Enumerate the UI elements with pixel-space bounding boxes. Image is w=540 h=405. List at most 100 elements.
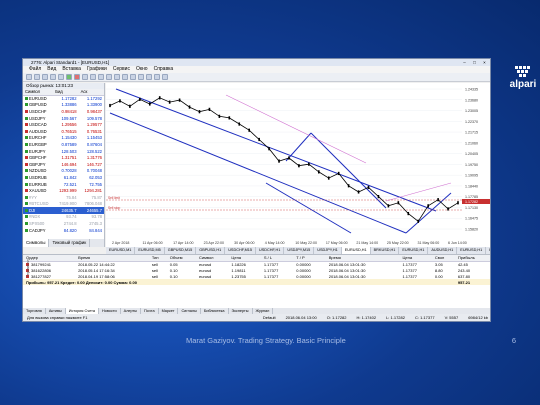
- maximize-icon[interactable]: □: [471, 59, 478, 66]
- market-watch-row[interactable]: #NDX 93.74 93.78: [23, 214, 104, 221]
- market-watch-row[interactable]: XAUUSD 1293.999 1294.281: [23, 187, 104, 194]
- chart-tab[interactable]: EURUSD,M1: [106, 247, 136, 254]
- trendline-icon[interactable]: [130, 74, 136, 80]
- symbol-name: SPX500: [29, 221, 45, 227]
- market-watch-row[interactable]: EURGBP 0.87589 0.87604: [23, 141, 104, 148]
- market-watch-row[interactable]: EURJPY 128.503 128.522: [23, 148, 104, 155]
- market-watch-bid: 1.17282: [61, 96, 77, 102]
- menu-item-help[interactable]: Справка: [154, 66, 174, 73]
- market-watch-row[interactable]: USDRUB 61.842 62.053: [23, 174, 104, 181]
- market-watch-row[interactable]: SPX500 2744.8 2745.3: [23, 220, 104, 227]
- menu-item-insert[interactable]: Вставка: [62, 66, 81, 73]
- market-watch-row[interactable]: USDCAD 1.29556 1.29577: [23, 121, 104, 128]
- market-watch-icon[interactable]: [42, 74, 48, 80]
- candle-mark: [417, 219, 420, 223]
- market-watch-row[interactable]: GBPCHF 1.31751 1.31776: [23, 154, 104, 161]
- chart-tab[interactable]: USDJPY,H1: [314, 247, 342, 254]
- chart-tab[interactable]: EURGBP,M15: [486, 247, 490, 254]
- status-low: L: 1.17282: [386, 315, 405, 320]
- candle-mark: [238, 122, 241, 126]
- close-icon[interactable]: ×: [481, 59, 488, 66]
- market-watch-row[interactable]: USDJPY 109.567 109.578: [23, 115, 104, 122]
- chart-tab[interactable]: EURUSD,H1: [399, 247, 429, 254]
- market-watch-ask: 24655.7: [78, 207, 104, 214]
- zoom-out-icon[interactable]: [114, 74, 120, 80]
- y-tick-label: 1.19095: [465, 174, 478, 178]
- market-watch-row[interactable]: GBPUSD 1.33886 1.33900: [23, 102, 104, 109]
- symbol-status-icon: [25, 222, 28, 226]
- window-title: 2776: Alpari Standard1 - [EURUSD,H1]: [31, 60, 110, 65]
- symbol-name: XAUUSD: [29, 188, 47, 194]
- minimize-icon[interactable]: –: [461, 59, 468, 66]
- market-watch-row[interactable]: #YY 75.84 75.87: [23, 194, 104, 201]
- navigator-icon[interactable]: [50, 74, 56, 80]
- market-watch-symbol: SPX500: [23, 220, 53, 227]
- chart-tab[interactable]: USDCHF,M15: [225, 247, 257, 254]
- new-chart-icon[interactable]: [26, 74, 32, 80]
- chart-tab[interactable]: EURUSD,M5: [135, 247, 165, 254]
- market-watch-row[interactable]: CADJPY 84.820 84.844: [23, 227, 104, 234]
- sell-limit-label: Sell limit: [108, 196, 120, 200]
- chart-tab[interactable]: BRKUSD,H1: [371, 247, 400, 254]
- autotrading-icon[interactable]: [74, 74, 80, 80]
- market-watch-ask: 1.29577: [86, 122, 102, 128]
- market-watch-symbol: #NDX: [23, 214, 53, 221]
- chart-tab[interactable]: USDJPY,M15: [284, 247, 315, 254]
- channel-lower-line: [109, 112, 407, 234]
- chart-tab[interactable]: AUDUSD,H1: [428, 247, 458, 254]
- status-profile: Default: [262, 315, 276, 320]
- menu-item-file[interactable]: Файл: [29, 66, 41, 73]
- chart-tab[interactable]: GBPUSD,M15: [165, 247, 197, 254]
- menu-item-charts[interactable]: Графики: [87, 66, 107, 73]
- candle-mark: [228, 116, 231, 120]
- menu-item-window[interactable]: Окно: [136, 66, 148, 73]
- profiles-icon[interactable]: [34, 74, 40, 80]
- market-watch-symbol: USDCHF: [23, 108, 53, 115]
- terminal-icon[interactable]: [58, 74, 64, 80]
- market-watch-row[interactable]: NZDUSD 0.70028 0.70048: [23, 168, 104, 175]
- y-tick-label: 1.15820: [465, 228, 478, 232]
- candle-mark: [327, 176, 330, 180]
- market-watch-row[interactable]: AUDUSD 0.76515 0.76531: [23, 128, 104, 135]
- menu-item-tools[interactable]: Сервис: [113, 66, 130, 73]
- price-chart[interactable]: 1.24335 1.23680 1.23005 1.22370 1.21715 1.210…: [106, 83, 490, 247]
- candle-mark: [288, 156, 290, 160]
- text-tool-icon[interactable]: [154, 74, 160, 80]
- candle-mark: [447, 207, 449, 211]
- new-order-icon[interactable]: [66, 74, 72, 80]
- market-watch-bid: 0.98418: [61, 108, 77, 114]
- candle-mark: [208, 107, 211, 111]
- market-watch-row[interactable]: EURRUB 72.521 72.755: [23, 181, 104, 188]
- market-watch-row[interactable]: DJI 24635.7 24655.7: [23, 207, 104, 214]
- market-watch-row[interactable]: USDCHF 0.98418 0.98437: [23, 108, 104, 115]
- channel-icon[interactable]: [138, 74, 144, 80]
- tab-symbols[interactable]: Символы: [23, 239, 50, 247]
- bar-chart-icon[interactable]: [82, 74, 88, 80]
- chart-tab[interactable]: USDCHF,H1: [256, 247, 285, 254]
- symbol-name: DJI: [29, 207, 36, 213]
- symbol-name: AUDUSD: [29, 128, 47, 134]
- market-watch-row[interactable]: EURUSD 1.17282 1.17292: [23, 95, 104, 102]
- tab-tick-chart[interactable]: Тиковый график: [49, 239, 91, 247]
- candle-chart-icon[interactable]: [90, 74, 96, 80]
- line-chart-icon[interactable]: [98, 74, 104, 80]
- alpari-logo-text: alpari: [509, 79, 537, 90]
- market-watch-row[interactable]: #BTCUSD 7419.900 7806.048: [23, 201, 104, 208]
- market-watch-row[interactable]: GBPJPY 146.694 146.727: [23, 161, 104, 168]
- timeframes-icon[interactable]: [162, 74, 168, 80]
- chart-tab[interactable]: EURUSD,H1: [457, 247, 487, 254]
- symbol-status-icon: [25, 136, 28, 140]
- crosshair-icon[interactable]: [122, 74, 128, 80]
- market-watch-ask: 1294.281: [84, 188, 102, 194]
- chart-tab[interactable]: EURUSD,H1: [341, 247, 371, 254]
- price-series-line: [109, 97, 459, 222]
- fibonacci-icon[interactable]: [146, 74, 152, 80]
- market-watch-ask: 7806.048: [84, 201, 102, 207]
- chart-tab[interactable]: GBPUSD,H1: [196, 247, 226, 254]
- zoom-in-icon[interactable]: [106, 74, 112, 80]
- symbol-status-icon: [25, 149, 28, 153]
- status-traffic: 6984/12 kb: [468, 315, 488, 320]
- market-watch-row[interactable]: EURCHF 1.15430 1.15453: [23, 135, 104, 142]
- menu-item-view[interactable]: Вид: [47, 66, 56, 73]
- market-watch-symbol: EURGBP: [23, 141, 53, 148]
